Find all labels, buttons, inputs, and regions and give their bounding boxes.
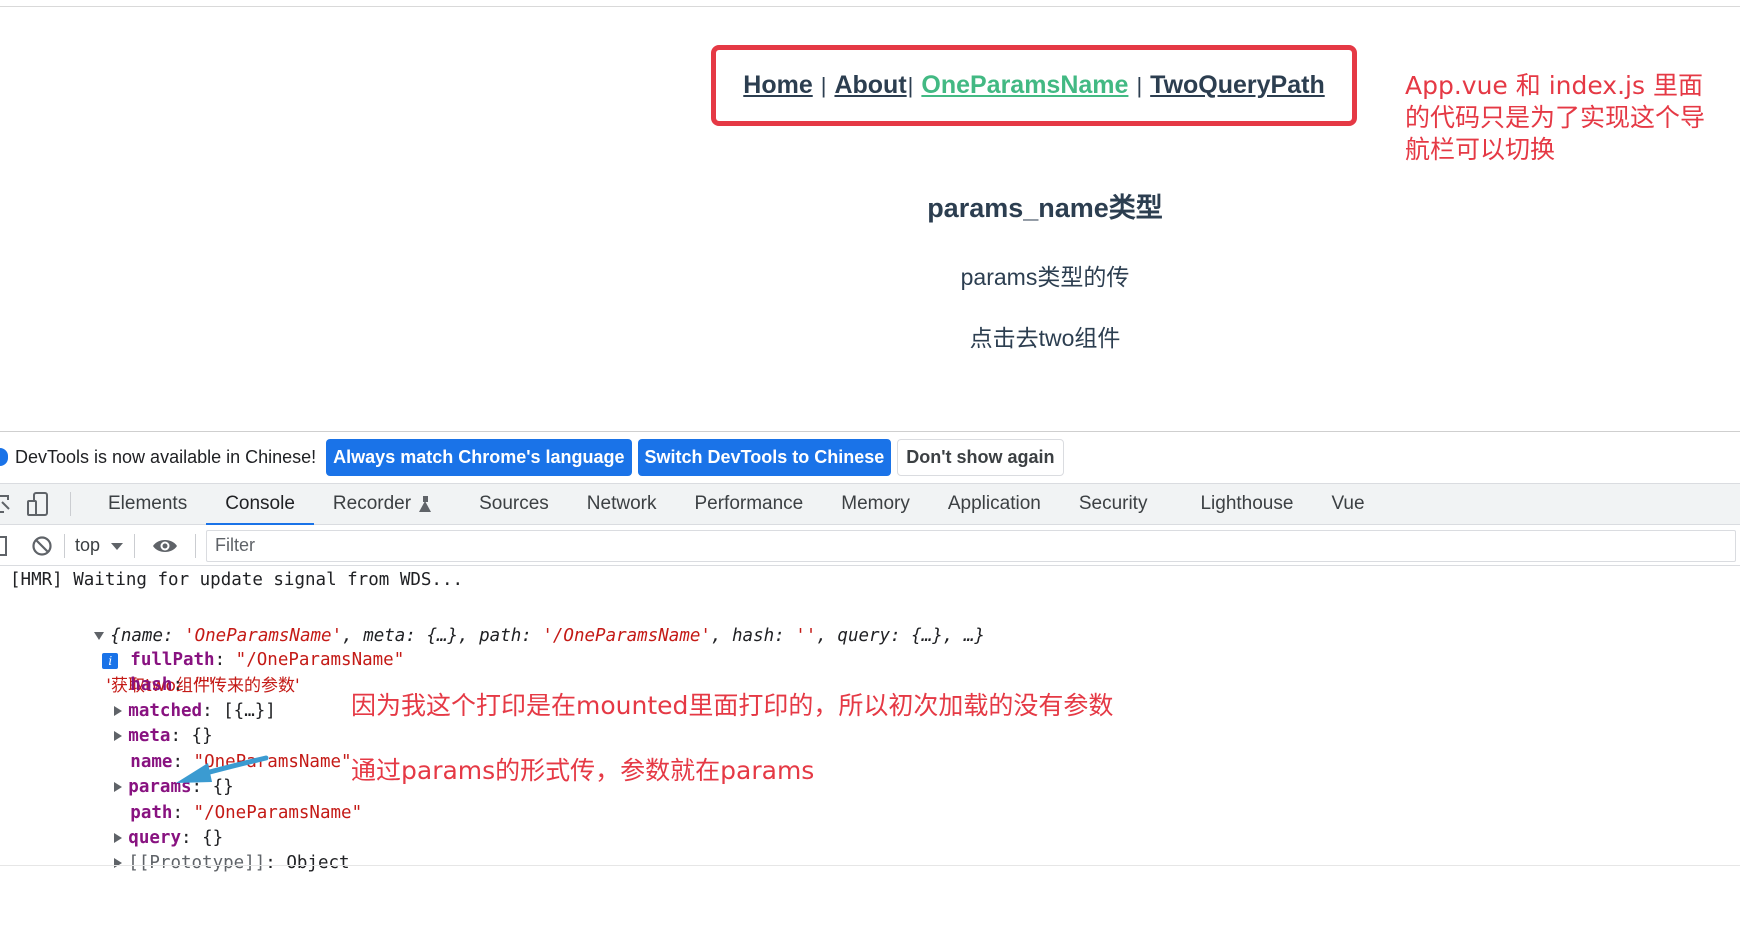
dont-show-again-button[interactable]: Don't show again (897, 438, 1064, 476)
tab-security[interactable]: Security (1060, 484, 1167, 524)
arrow-icon (176, 755, 269, 783)
tab-label: Console (225, 493, 295, 514)
tab-label: Vue (1331, 493, 1365, 514)
prop-row-query[interactable]: query: {} (30, 801, 223, 848)
page: Home | About | OneParamsName | TwoQueryP… (0, 0, 1740, 936)
clear-console-icon[interactable] (30, 534, 54, 558)
prop-value: Object (286, 853, 350, 873)
prop-row-prototype[interactable]: [[Prototype]]: Object (30, 826, 350, 873)
tab-application[interactable]: Application (929, 484, 1060, 524)
params-annotation: 通过params的形式传，参数就在params (351, 756, 815, 785)
filter-divider (134, 533, 136, 558)
filter-divider (195, 533, 197, 558)
console-object-summary[interactable]: {name: 'OneParamsName', meta: {…}, path:… (10, 599, 985, 696)
tab-label: Lighthouse (1200, 493, 1294, 514)
summary-colon: : (890, 626, 912, 646)
prop-row-name: name: "OneParamsName" (46, 725, 351, 772)
eye-icon[interactable] (151, 536, 179, 556)
summary-value: {…} (426, 626, 459, 646)
summary-comma: , (710, 626, 733, 646)
console-message-hmr: [HMR] Waiting for update signal from WDS… (10, 570, 464, 590)
summary-key: path (479, 626, 522, 646)
tab-label: Application (947, 493, 1041, 514)
summary-comma: , (816, 626, 838, 646)
toolbar-icons (0, 484, 70, 524)
switch-to-chinese-button[interactable]: Switch DevTools to Chinese (637, 438, 892, 476)
summary-key: hash (732, 626, 775, 646)
prop-colon: : (214, 650, 236, 670)
devtools-tab-bar: Elements Console Recorder Sources Networ… (0, 483, 1740, 525)
device-toolbar-icon[interactable] (26, 491, 52, 517)
prop-row-fullpath: fullPath: "/OneParamsName" (46, 623, 404, 670)
top-divider (0, 6, 1740, 7)
nav-link-about[interactable]: About (834, 71, 906, 100)
chevron-down-icon (111, 542, 124, 550)
flask-icon (419, 496, 432, 512)
prop-value: "/OneParamsName" (235, 650, 405, 670)
filter-input[interactable]: Filter (206, 529, 1736, 562)
devtools-language-infobar: DevTools is now available in Chinese! Al… (0, 432, 1740, 482)
always-match-language-button[interactable]: Always match Chrome's language (326, 438, 632, 476)
summary-tail: …} (963, 626, 985, 646)
prop-row-hash: hash: "" (46, 648, 214, 695)
tab-label: Memory (841, 493, 910, 514)
summary-comma: , (942, 626, 964, 646)
tab-lighthouse[interactable]: Lighthouse (1166, 484, 1312, 524)
context-label: top (75, 535, 101, 555)
expand-triangle-icon[interactable] (114, 858, 123, 868)
sidebar-toggle-icon[interactable] (0, 535, 8, 557)
nav-link-home[interactable]: Home (743, 71, 812, 100)
filter-placeholder: Filter (215, 535, 256, 555)
tab-sources[interactable]: Sources (451, 484, 568, 524)
mounted-annotation: 因为我这个打印是在mounted里面打印的，所以初次加载的没有参数 (351, 691, 1114, 720)
summary-colon: : (774, 626, 796, 646)
tab-label: Security (1078, 493, 1148, 514)
infobar-message: DevTools is now available in Chinese! (15, 446, 317, 467)
summary-value: '' (795, 626, 817, 646)
tab-memory[interactable]: Memory (822, 484, 929, 524)
info-icon (0, 448, 8, 466)
tab-network[interactable]: Network (568, 484, 676, 524)
nav-annotation: App.vue 和 index.js 里面的代码只是为了实现这个导航栏可以切换 (1405, 71, 1706, 164)
prop-colon: : (265, 853, 287, 873)
paragraph-params: params类型的传 (960, 264, 1130, 290)
tab-label: Sources (479, 493, 549, 514)
link-to-two[interactable]: 点击去two组件 (0, 319, 1740, 353)
summary-colon: : (521, 626, 543, 646)
nav-separator: | (907, 72, 914, 98)
tab-label: Network (586, 493, 657, 514)
nav-separator: | (1136, 72, 1143, 98)
tab-label: Recorder (332, 493, 412, 514)
tab-recorder[interactable]: Recorder (314, 484, 451, 524)
router-nav: Home | About | OneParamsName | TwoQueryP… (711, 45, 1357, 126)
inspect-element-icon[interactable] (0, 492, 10, 516)
nav-separator: | (820, 72, 827, 98)
prop-row-matched[interactable]: matched: [{…}] (30, 674, 276, 721)
console-filter-bar: top Filter (0, 526, 1740, 566)
devtools-panel: DevTools is now available in Chinese! Al… (0, 431, 1740, 936)
summary-value: '/OneParamsName' (542, 626, 711, 646)
prop-key: [[Prototype]] (128, 853, 266, 873)
tab-label: Elements (108, 493, 188, 514)
nav-link-one-params-name[interactable]: OneParamsName (921, 71, 1128, 100)
tab-elements[interactable]: Elements (89, 484, 206, 524)
tab-console[interactable]: Console (206, 484, 314, 525)
summary-key: query (837, 626, 891, 646)
tab-vue[interactable]: Vue (1312, 484, 1383, 524)
prop-value: [{…}] (223, 701, 276, 721)
summary-colon: : (405, 626, 427, 646)
bottom-divider (0, 865, 1740, 866)
filter-divider (64, 533, 65, 558)
summary-value: {…} (911, 626, 943, 646)
page-title: params_name类型 (927, 193, 1163, 223)
tab-label: Performance (694, 493, 804, 514)
tab-performance[interactable]: Performance (675, 484, 822, 524)
prop-row-meta[interactable]: meta: {} (30, 699, 213, 746)
tab-divider (70, 492, 71, 516)
nav-link-two-query-path[interactable]: TwoQueryPath (1150, 71, 1325, 100)
context-selector[interactable]: top (75, 535, 124, 556)
summary-comma: , (458, 626, 480, 646)
